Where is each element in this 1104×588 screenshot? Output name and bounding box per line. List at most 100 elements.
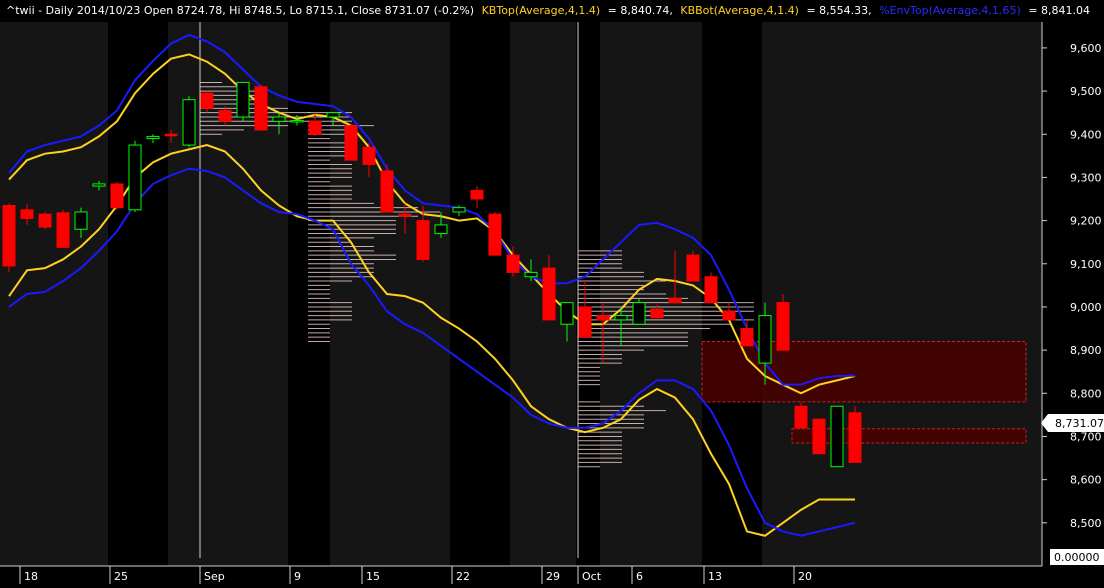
down-candle[interactable] (848, 406, 862, 463)
down-candle[interactable] (776, 294, 790, 351)
up-candle[interactable] (182, 96, 196, 148)
candle-body (758, 315, 772, 364)
candle-body (344, 125, 358, 161)
date-axis: 18 25 Sep 9 15 22 29 Oct 6 13 20 (0, 565, 1042, 584)
candle-body (146, 135, 160, 140)
candle-body (308, 120, 322, 135)
down-candle[interactable] (704, 272, 718, 304)
date-axis-bg (0, 566, 1042, 584)
price-tick-label: 9,500 (1070, 85, 1102, 98)
candle-body (128, 144, 142, 211)
date-tick-label: 25 (114, 570, 128, 583)
candle-body (596, 315, 610, 321)
candle-body (470, 189, 484, 200)
candle-body (416, 220, 430, 260)
price-tick-label: 8,600 (1070, 474, 1102, 487)
date-tick-label: 22 (456, 570, 470, 583)
candle-body (686, 254, 700, 282)
kbtop-value: = 8,840.74, (608, 4, 673, 17)
chart-header: ^twii - Daily 2014/10/23 Open 8724.78, H… (6, 4, 1090, 17)
candle-body (524, 271, 538, 278)
price-tick-label: 8,700 (1070, 430, 1102, 443)
date-tick-label: 6 (636, 570, 643, 583)
price-tag: 8,731.07 (1041, 414, 1104, 432)
down-candle[interactable] (2, 203, 16, 273)
candle-body (56, 212, 70, 248)
candle-body (326, 112, 340, 118)
up-candle[interactable] (128, 140, 142, 212)
candle-body (740, 328, 754, 347)
chart-canvas[interactable]: 8,500 8,600 8,700 8,800 8,900 9,000 9,100 9,200… (0, 0, 1104, 584)
candle-body (488, 213, 502, 256)
down-candle[interactable] (794, 401, 808, 429)
candle-body (650, 308, 664, 319)
candle-body (668, 297, 682, 304)
candle-body (830, 405, 844, 468)
week-band (0, 22, 108, 566)
price-tick-label: 8,900 (1070, 344, 1102, 357)
up-candle[interactable] (830, 405, 844, 468)
candle-body (218, 110, 232, 122)
down-candle[interactable] (56, 209, 70, 248)
indicator-value-box: 0.00000 (1050, 549, 1104, 565)
down-candle[interactable] (488, 211, 502, 256)
candle-body (290, 119, 304, 123)
candle-body (848, 412, 862, 463)
candle-body (542, 267, 556, 321)
down-candle[interactable] (380, 164, 394, 213)
date-tick-label: 29 (546, 570, 560, 583)
date-tick-label: Sep (204, 570, 225, 583)
price-tick-label: 9,600 (1070, 42, 1102, 55)
price-tick-label: 8,500 (1070, 517, 1102, 530)
kbbot-value: = 8,554.33, (806, 4, 871, 17)
up-candle[interactable] (632, 298, 646, 325)
kbtop-label: KBTop(Average,4,1.4) (482, 4, 601, 17)
candle-body (722, 310, 736, 321)
stock-chart[interactable]: 8,500 8,600 8,700 8,800 8,900 9,000 9,100 9,200… (0, 0, 1104, 584)
price-axis: 8,500 8,600 8,700 8,800 8,900 9,000 9,100 9,200… (1041, 0, 1104, 584)
kbbot-label: KBBot(Average,4,1.4) (680, 4, 799, 17)
date-tick-label: 15 (366, 570, 380, 583)
price-tick-label: 9,400 (1070, 128, 1102, 141)
candle-body (776, 302, 790, 351)
candle-body (20, 209, 34, 219)
indicator-value-text: 0.00000 (1054, 551, 1100, 564)
candle-body (794, 405, 808, 429)
down-candle[interactable] (344, 124, 358, 161)
price-tick-label: 9,300 (1070, 171, 1102, 184)
price-tick-label: 9,100 (1070, 258, 1102, 271)
candle-body (164, 133, 178, 137)
price-tick-label: 9,200 (1070, 215, 1102, 228)
date-tick-label: 9 (294, 570, 301, 583)
envtop-label: %EnvTop(Average,4,1.65) (879, 4, 1021, 17)
candle-body (614, 315, 628, 321)
candle-body (272, 116, 286, 122)
candle-body (110, 183, 124, 209)
symbol-info: ^twii - Daily 2014/10/23 Open 8724.78, H… (6, 4, 474, 17)
date-tick-label: 18 (24, 570, 38, 583)
candle-body (506, 254, 520, 273)
candle-body (578, 306, 592, 338)
candle-body (92, 183, 106, 187)
candle-body (2, 204, 16, 267)
resistance-zone (791, 428, 1027, 444)
price-tick-label: 9,000 (1070, 301, 1102, 314)
candle-body (632, 302, 646, 325)
candle-body (812, 418, 826, 455)
candle-body (380, 170, 394, 213)
date-tick-label: Oct (582, 570, 602, 583)
down-candle[interactable] (38, 211, 52, 230)
price-tick-label: 8,800 (1070, 387, 1102, 400)
down-candle[interactable] (686, 250, 700, 282)
up-candle[interactable] (236, 81, 250, 122)
price-tag-text: 8,731.07 (1055, 417, 1104, 430)
envtop-value: = 8,841.04 (1028, 4, 1090, 17)
week-band (762, 22, 1042, 566)
down-candle[interactable] (254, 84, 268, 131)
candle-body (200, 92, 214, 109)
down-candle[interactable] (110, 181, 124, 210)
candle-body (398, 213, 412, 217)
candle-body (362, 146, 376, 165)
candle-body (236, 81, 250, 118)
candle-body (560, 302, 574, 325)
